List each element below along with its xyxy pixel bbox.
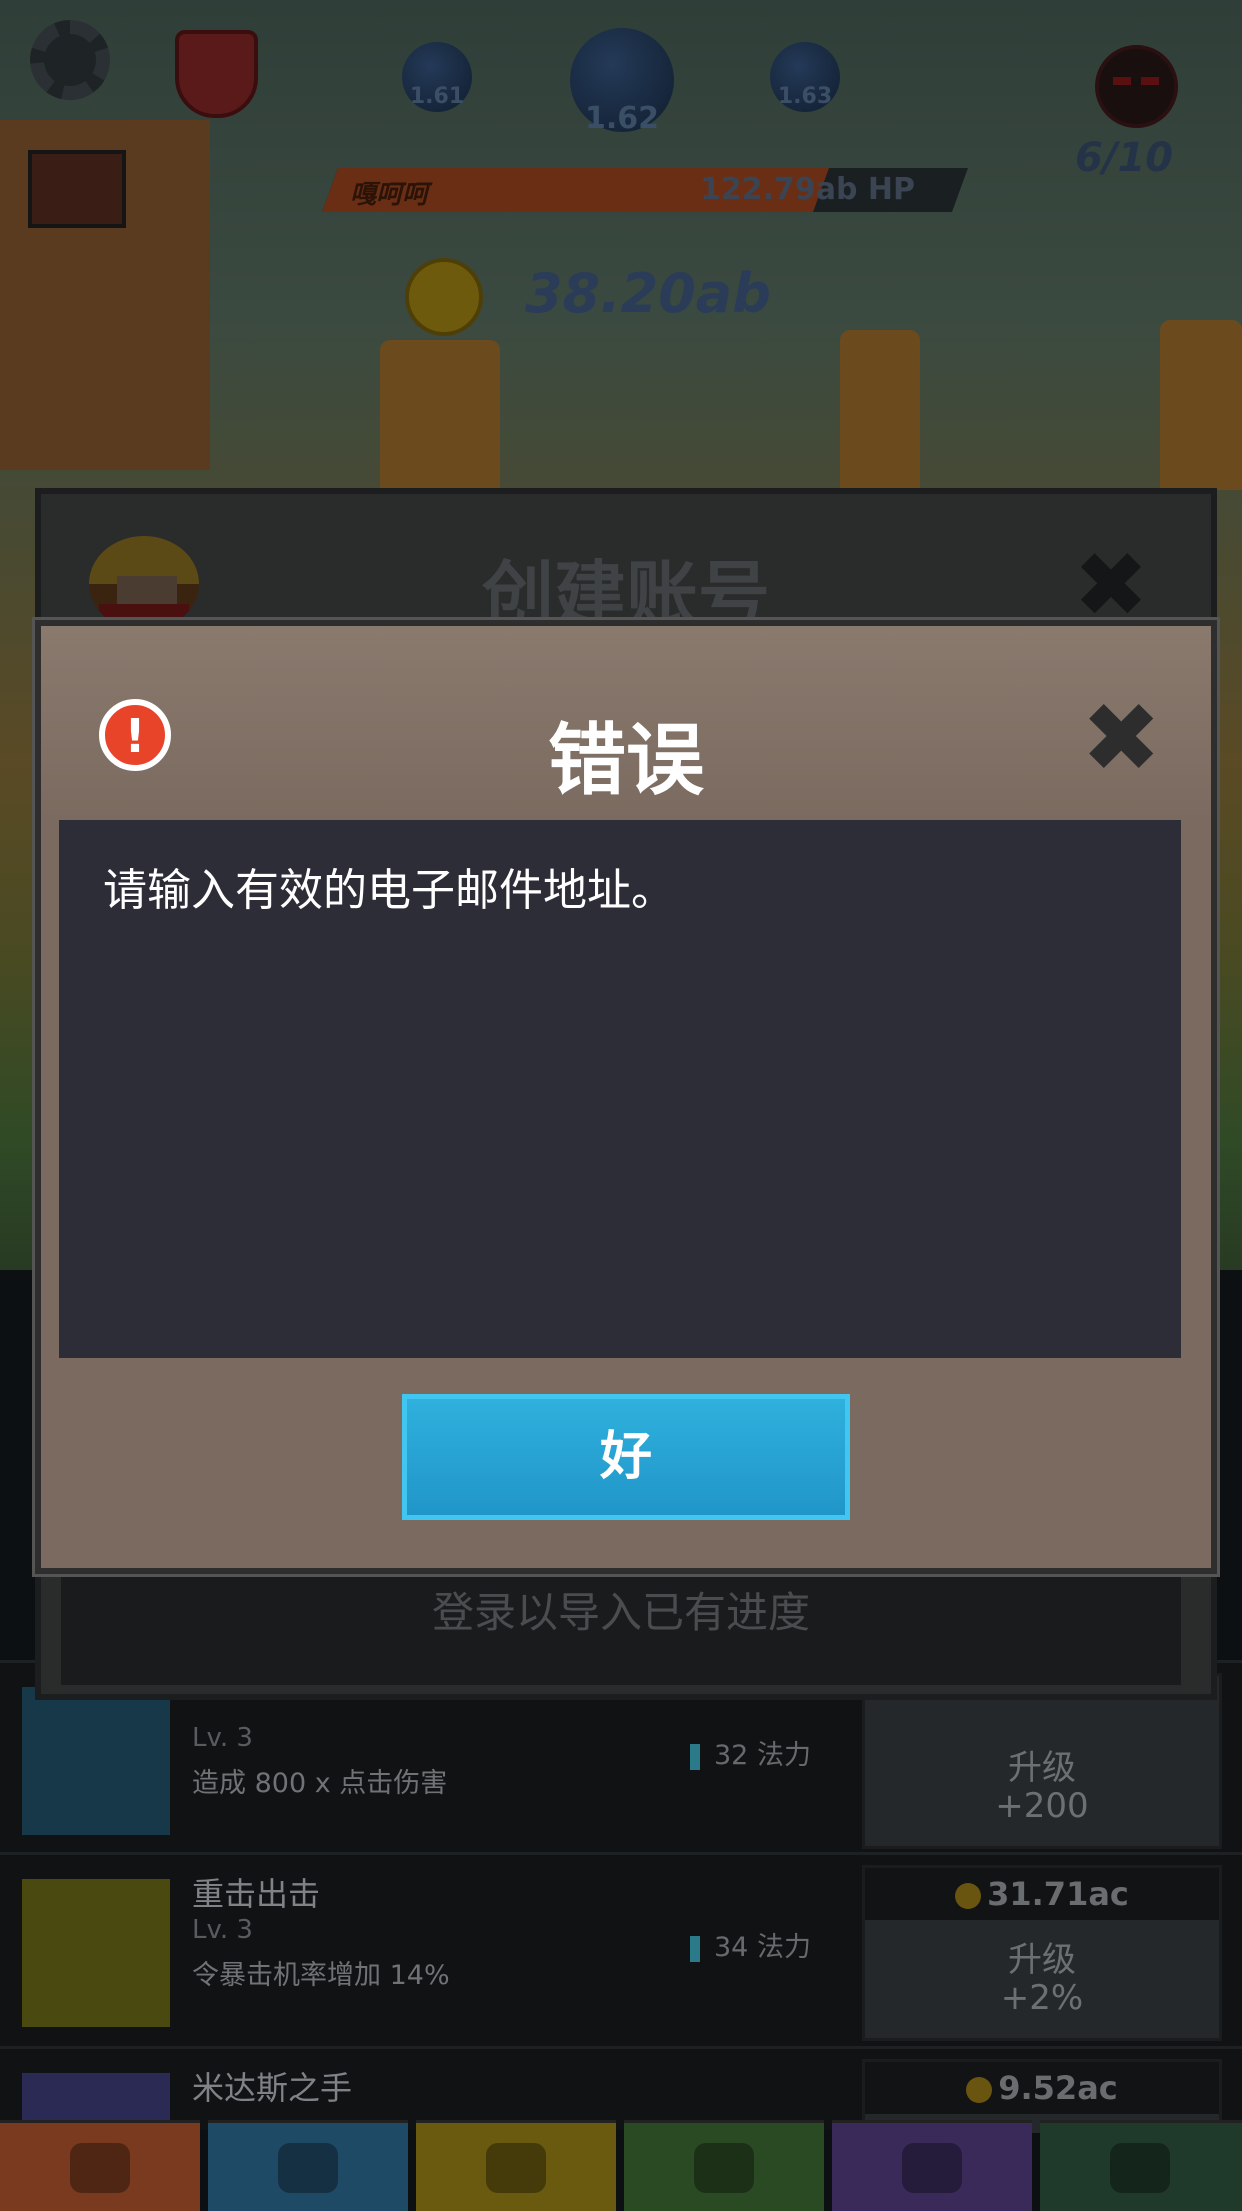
sword-icon — [70, 2143, 130, 2193]
skill-list: Lv. 3 造成 800 x 点击伤害 32 法力 升级 +200 重击出击 L… — [0, 1660, 1242, 2133]
lightning-skill-icon — [22, 1687, 170, 1835]
mana-icon — [690, 1935, 700, 1962]
upgrade-price: 9.52ac — [865, 2062, 1219, 2114]
skill-level: Lv. 3 — [192, 1723, 253, 1753]
stage-orb-next: 1.63 — [770, 42, 840, 112]
treasure-chest-icon[interactable] — [28, 150, 126, 228]
coin-icon — [955, 1883, 982, 1909]
settings-gear-icon[interactable] — [30, 20, 110, 100]
boss-demon-icon[interactable] — [1095, 45, 1178, 128]
upgrade-label: 升级 — [1008, 1940, 1076, 1980]
create-account-close-icon[interactable]: ✖ — [1071, 541, 1151, 631]
rock-formation — [380, 340, 500, 490]
error-message: 请输入有效的电子邮件地址。 — [103, 865, 675, 916]
mana-cost-text: 34 法力 — [714, 1932, 811, 1963]
stage-number: 1.61 — [409, 84, 465, 109]
sword-skill-icon — [22, 1879, 170, 2027]
upgrade-label: 升级 — [1008, 1748, 1076, 1788]
import-progress-text[interactable]: 登录以导入已有进度 — [61, 1579, 1181, 1640]
coin-icon — [966, 2077, 993, 2103]
skill-mana-cost: 34 法力 — [690, 1925, 811, 1964]
error-dialog: ! 错误 ✖ 请输入有效的电子邮件地址。 好 — [35, 620, 1217, 1574]
tab-cape[interactable] — [832, 2120, 1032, 2211]
helmet-icon — [694, 2143, 754, 2193]
stage-orb-prev: 1.61 — [402, 42, 472, 112]
rock-formation — [1160, 320, 1242, 490]
cape-icon — [902, 2143, 962, 2193]
tab-armor[interactable] — [208, 2120, 408, 2211]
upgrade-button[interactable]: 31.71ac 升级 +2% — [862, 1865, 1222, 2041]
star-icon — [1110, 2143, 1170, 2193]
shirt-icon — [486, 2143, 546, 2193]
price-text: 31.71ac — [987, 1875, 1129, 1913]
tab-star[interactable] — [1040, 2120, 1242, 2211]
demon-eye — [1113, 77, 1131, 85]
price-text: 9.52ac — [998, 2069, 1118, 2107]
skill-level: Lv. 3 — [192, 1915, 253, 1945]
boss-hp-text: 122.79ab HP — [700, 172, 916, 207]
skill-mana-cost: 32 法力 — [690, 1733, 811, 1772]
skill-name: 米达斯之手 — [192, 2069, 353, 2107]
mana-icon — [690, 1743, 700, 1770]
skill-description: 造成 800 x 点击伤害 — [192, 1768, 448, 1799]
gold-coin-icon — [405, 258, 483, 336]
stage-number: 1.63 — [777, 84, 833, 109]
close-icon[interactable]: ✖ — [1081, 690, 1161, 786]
mana-cost-text: 32 法力 — [714, 1740, 811, 1771]
tab-helmet[interactable] — [624, 2120, 824, 2211]
upgrade-value: +2% — [1000, 1978, 1084, 2018]
error-dialog-title: 错误 — [547, 716, 704, 806]
upgrade-value: +200 — [995, 1786, 1089, 1826]
skill-description: 令暴击机率增加 14% — [192, 1960, 450, 1991]
skill-name: 重击出击 — [192, 1875, 321, 1913]
upgrade-price: 31.71ac — [865, 1868, 1219, 1920]
error-dialog-body: 请输入有效的电子邮件地址。 — [59, 820, 1181, 1358]
gold-amount: 38.20ab — [525, 262, 771, 325]
skill-row[interactable]: 重击出击 Lv. 3 令暴击机率增加 14% 34 法力 31.71ac 升级 … — [0, 1852, 1242, 2045]
stage-counter: 6/10 — [1075, 135, 1174, 181]
tab-sword[interactable] — [0, 2120, 200, 2211]
boss-name: 嘎呵呵 — [350, 180, 429, 210]
bottom-tab-bar — [0, 2120, 1242, 2211]
stage-number: 1.62 — [584, 100, 660, 136]
rock-formation — [840, 330, 920, 490]
armor-icon — [278, 2143, 338, 2193]
clan-shield-icon[interactable] — [175, 30, 258, 118]
tab-shirt[interactable] — [416, 2120, 616, 2211]
stage-orb-current: 1.62 — [570, 28, 674, 136]
import-progress-section: 登录以导入已有进度 — [61, 1572, 1181, 1685]
demon-eye — [1141, 77, 1159, 85]
ok-button[interactable]: 好 — [402, 1394, 850, 1520]
